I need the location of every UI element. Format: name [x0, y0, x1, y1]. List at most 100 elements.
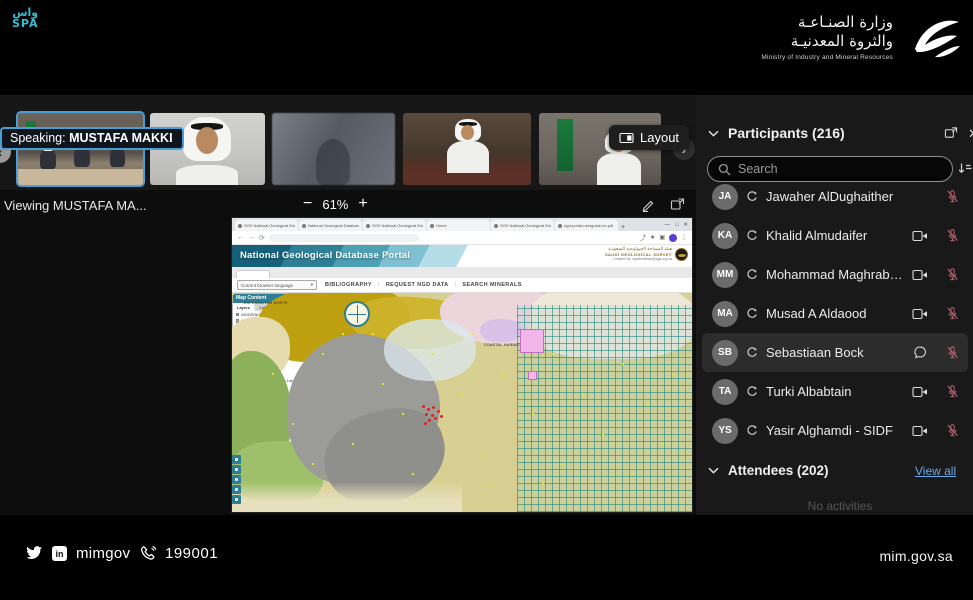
browser-menu-icon[interactable]: ⋮ [681, 234, 687, 241]
mic-muted-icon [944, 267, 960, 282]
layout-button[interactable]: Layout [609, 125, 689, 150]
screen: واس SPA وزارة الصنـاعـة والثروة المعدنيـ… [0, 0, 973, 600]
reload-icon[interactable]: ⟳ [259, 234, 265, 242]
avatar: SB [712, 340, 738, 366]
browser-tab[interactable]: ngd-portal-userguide-en.pdf [555, 220, 618, 231]
ministry-logo: وزارة الصنـاعـة والثروة المعدنيـة Minist… [761, 13, 963, 61]
chat-bubble-icon [912, 345, 928, 360]
participant-row[interactable]: MA Musad A Aldaood [702, 294, 968, 333]
participant-row[interactable]: MM Mohammad Maghraby... [702, 255, 968, 294]
browser-tab[interactable]: Home [427, 220, 490, 231]
twitter-icon[interactable] [25, 546, 43, 561]
mic-muted-icon [944, 384, 960, 399]
avatar: MA [712, 301, 738, 327]
participant-row[interactable]: TA Turki Albabtain [702, 372, 968, 411]
participant-row[interactable]: KA Khalid Almudaifer [702, 216, 968, 255]
layer-checkbox[interactable] [236, 313, 239, 316]
portal-nav-item[interactable]: SEARCH MINERALS [462, 282, 521, 288]
linkedin-icon[interactable]: in [52, 546, 67, 561]
presence-icon [746, 386, 758, 398]
portal-nav-item[interactable]: BIBLIOGRAPHY [325, 282, 372, 288]
shared-screen: SGS National Geological Datab... Nationa… [232, 218, 692, 512]
video-tile-office-desk[interactable] [403, 113, 531, 185]
geological-map[interactable]: EXPLORATION NORTH COASTAL HARRAT Map Con… [232, 293, 692, 512]
browser-profile-avatar[interactable] [669, 234, 677, 242]
avatar: MM [712, 262, 738, 288]
speaking-badge: Speaking: MUSTAFA MAKKI [0, 127, 184, 150]
view-all-link[interactable]: View all [915, 464, 956, 478]
sort-icon[interactable] [957, 161, 972, 176]
browser-tab[interactable]: National Geological Database... [299, 220, 362, 231]
window-control[interactable]: □ [675, 222, 678, 228]
sgs-contact: Contact Us: ngdfeedback@sgs.org.sa [605, 257, 672, 262]
language-selector-value: Current browser language [241, 283, 293, 288]
map-red-markers [422, 405, 425, 408]
zoom-in-button[interactable]: + [358, 196, 367, 212]
camera-on-icon [912, 230, 928, 242]
mic-muted-icon [944, 345, 960, 360]
presence-icon [746, 425, 758, 437]
browser-tab-bar: SGS National Geological Datab... Nationa… [232, 218, 692, 231]
map-tool-strip[interactable] [232, 455, 241, 504]
presence-icon [746, 230, 758, 242]
popout-content-icon[interactable] [670, 197, 685, 212]
presence-icon [746, 308, 758, 320]
close-icon[interactable]: ✕ [968, 126, 973, 142]
popout-panel-icon[interactable] [944, 126, 958, 142]
social-handle: mimgov [76, 545, 130, 562]
speaking-prefix: Speaking: [10, 131, 66, 145]
participant-name: Yasir Alghamdi - SIDF [766, 423, 904, 438]
speaker-name: MUSTAFA MAKKI [69, 131, 172, 145]
window-controls[interactable]: — □ ✕ [665, 222, 692, 231]
browser-tab[interactable]: SGS National Geological Datab... [363, 220, 426, 231]
back-icon[interactable]: ← [237, 234, 244, 241]
map-pink-polygon [520, 329, 544, 353]
compass-icon[interactable] [344, 301, 370, 327]
camera-on-icon [912, 269, 928, 281]
chevron-down-icon[interactable] [708, 130, 719, 137]
tab-favicon [366, 224, 370, 228]
phone-number: 199001 [165, 545, 218, 562]
video-tile-blurred-room[interactable] [272, 113, 395, 185]
avatar: YS [712, 418, 738, 444]
search-icon [718, 163, 731, 176]
presence-icon [746, 269, 758, 281]
annotate-icon[interactable] [641, 197, 656, 212]
browser-tab[interactable]: SGS National Geological Datab... [235, 220, 298, 231]
spa-logo: واس SPA [12, 7, 39, 29]
participant-row[interactable]: YS Yasir Alghamdi - SIDF [702, 411, 968, 450]
website-url: mim.gov.sa [879, 548, 953, 564]
new-tab-button[interactable]: + [621, 224, 625, 231]
mic-muted-icon [944, 306, 960, 321]
participant-name: Khalid Almudaifer [766, 228, 904, 243]
portal-subtab[interactable] [236, 270, 270, 278]
avatar: KA [712, 223, 738, 249]
participant-name: Jawaher AlDughaither [766, 189, 904, 204]
zoom-out-button[interactable]: − [303, 196, 312, 212]
address-bar[interactable] [269, 234, 419, 242]
portal-substrip [232, 267, 692, 278]
portal-banner: National Geological Database Portal هيئة… [232, 245, 692, 267]
window-control[interactable]: — [665, 222, 671, 228]
participant-row[interactable]: SB Sebastiaan Bock [702, 333, 968, 372]
bookmark-star-icon[interactable]: ★ [650, 234, 655, 241]
caret-down-icon: ▾ [311, 282, 313, 288]
share-icon[interactable]: ⤴ [640, 233, 646, 242]
camera-on-icon [912, 425, 928, 437]
participant-name: Sebastiaan Bock [766, 345, 904, 360]
participant-row[interactable]: JA Jawaher AlDughaither [702, 177, 968, 216]
browser-tab[interactable]: SGS National Geological Datab... [491, 220, 554, 231]
window-control[interactable]: ✕ [683, 222, 688, 228]
portal-nav-item[interactable]: REQUEST NGD DATA [386, 282, 449, 288]
no-activities-text: No activities [760, 499, 920, 513]
language-selector[interactable]: Current browser language ▾ [237, 280, 317, 290]
ministry-name-arabic-2: والثروة المعدنيـة [761, 32, 893, 51]
extensions-icon[interactable]: ▣ [659, 234, 665, 241]
chevron-down-icon[interactable] [708, 467, 719, 474]
forward-icon[interactable]: → [248, 234, 255, 241]
attendees-header: Attendees (202) [728, 463, 829, 478]
mic-muted-icon [944, 189, 960, 204]
sgs-logo: هيئة المساحة الجيولوجية السعودية SAUDI G… [605, 247, 688, 262]
search-input[interactable] [738, 162, 918, 176]
camera-on-icon [912, 308, 928, 320]
